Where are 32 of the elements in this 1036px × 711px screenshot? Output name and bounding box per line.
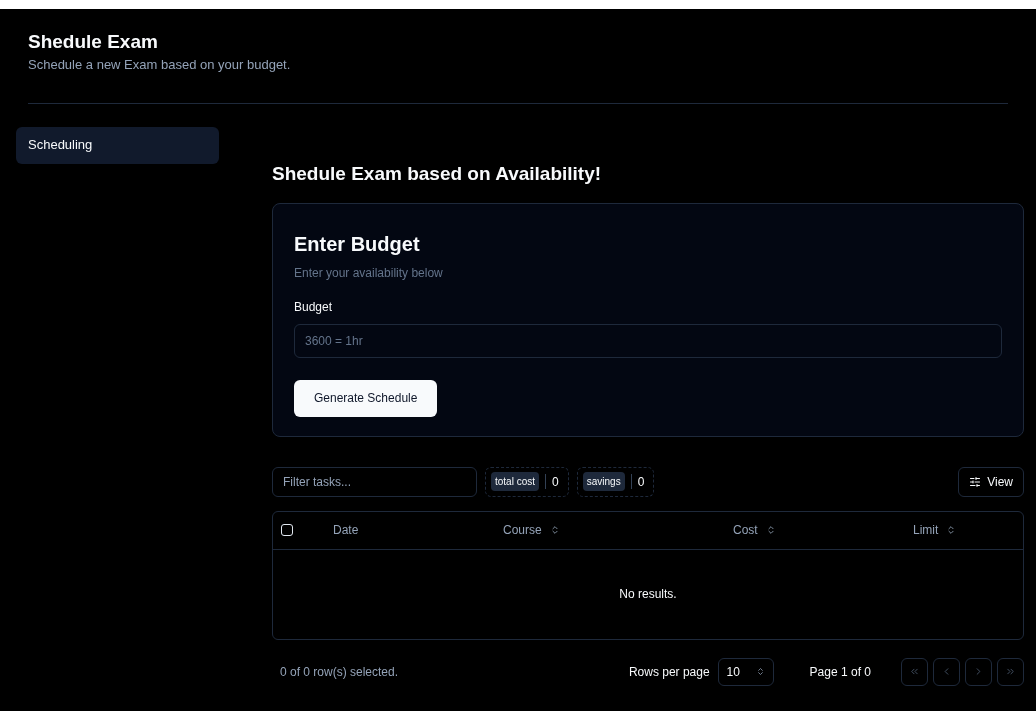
filter-input[interactable]: Filter tasks... bbox=[272, 466, 477, 497]
sort-icon bbox=[549, 525, 560, 535]
rows-per-page-label: Rows per page bbox=[628, 663, 710, 681]
budget-input[interactable]: 3600 = 1hr bbox=[294, 323, 1002, 358]
sort-icon bbox=[946, 525, 957, 535]
column-header[interactable]: Date bbox=[333, 521, 359, 539]
page-indicator: Page 1 of 0 bbox=[809, 663, 871, 681]
stat-label: savings bbox=[582, 472, 625, 491]
stat-value: 0 bbox=[637, 473, 646, 491]
sort-icon bbox=[765, 525, 776, 535]
column-header[interactable]: Course bbox=[503, 521, 560, 539]
dropdown-icon bbox=[755, 667, 765, 676]
card-description: Enter your availability below bbox=[294, 264, 444, 282]
sliders-icon bbox=[969, 475, 982, 488]
section-heading: Shedule Exam based on Availability! bbox=[272, 161, 603, 186]
empty-message: No results. bbox=[619, 586, 677, 603]
generate-schedule-button[interactable]: Generate Schedule bbox=[294, 379, 438, 417]
page-subtitle: Schedule a new Exam based on your budget. bbox=[28, 56, 292, 74]
selection-count: 0 of 0 row(s) selected. bbox=[280, 663, 399, 681]
sidebar-item[interactable]: Scheduling bbox=[16, 126, 219, 164]
view-button[interactable]: View bbox=[958, 466, 1024, 497]
field-label: Budget bbox=[294, 298, 334, 316]
stat-label: total cost bbox=[491, 472, 540, 491]
rows-per-page-select[interactable]: 10 bbox=[717, 657, 774, 686]
column-header[interactable]: Cost bbox=[733, 521, 776, 539]
double-chevron-icon bbox=[1005, 666, 1016, 677]
double-chevron-icon bbox=[909, 666, 920, 677]
page-title: Shedule Exam bbox=[28, 30, 159, 54]
stat-value: 0 bbox=[552, 473, 560, 491]
card-title: Enter Budget bbox=[294, 231, 421, 256]
column-header[interactable]: Limit bbox=[913, 521, 957, 539]
select-all-checkbox[interactable] bbox=[281, 524, 293, 536]
